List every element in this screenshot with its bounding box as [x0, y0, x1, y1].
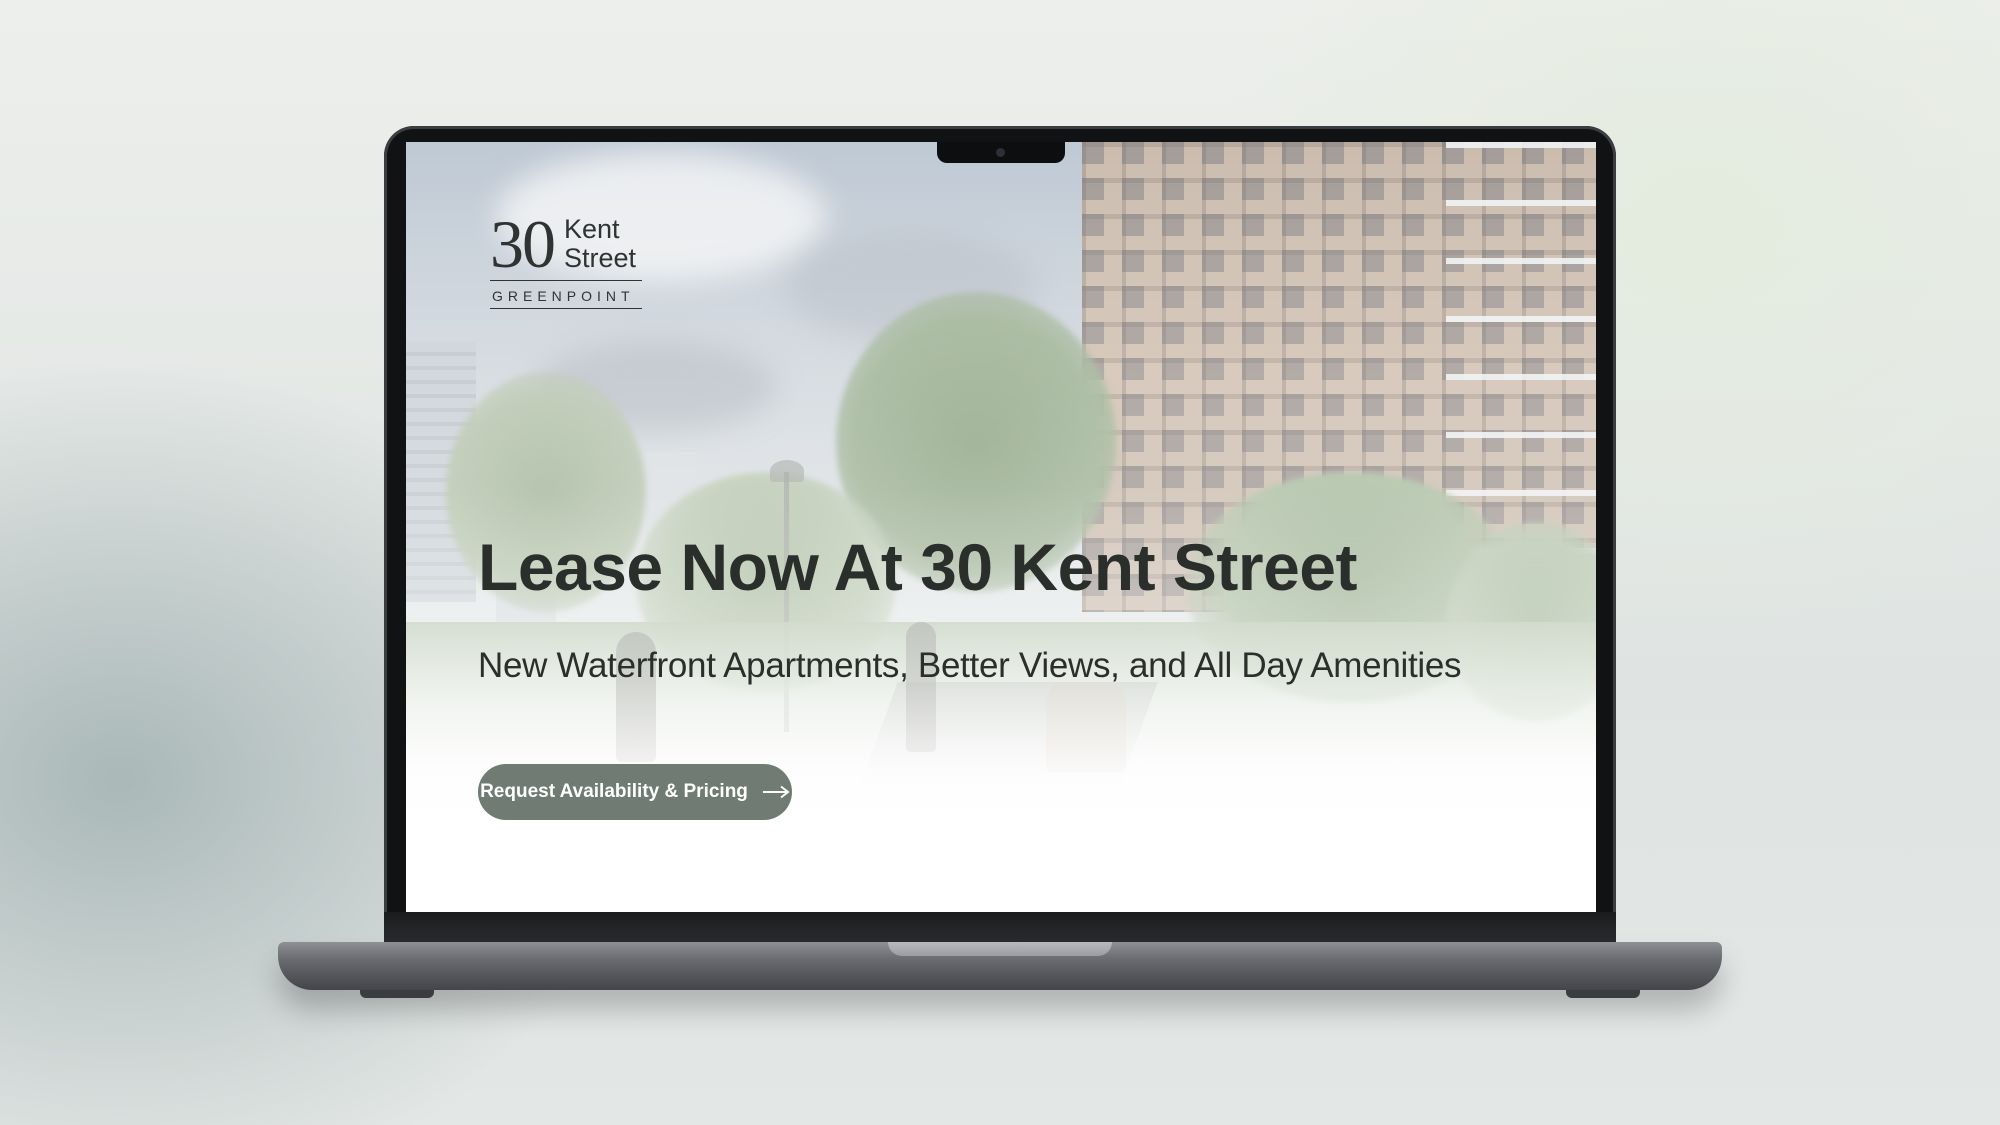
laptop-foot-left [360, 990, 434, 998]
cta-label: Request Availability & Pricing [480, 781, 748, 802]
logo-name: Kent Street [564, 215, 654, 273]
logo-divider-bottom [490, 308, 642, 309]
arrow-right-icon [762, 785, 790, 799]
laptop-base-notch [888, 942, 1112, 956]
logo-divider [490, 280, 642, 281]
hero-headline: Lease Now At 30 Kent Street [478, 530, 1357, 604]
laptop-screen: 30 Kent Street GREENPOINT Lease Now At 3… [406, 142, 1596, 912]
camera-notch [937, 142, 1065, 163]
request-availability-button[interactable]: Request Availability & Pricing [478, 764, 792, 820]
logo-subtitle: GREENPOINT [492, 288, 635, 304]
logo-name-line2: Street [564, 243, 637, 273]
camera-icon [996, 148, 1005, 157]
logo-name-line1: Kent [564, 214, 620, 244]
logo-number: 30 [490, 206, 556, 282]
hero-subheadline: New Waterfront Apartments, Better Views,… [478, 646, 1462, 685]
laptop-hinge [384, 912, 1616, 944]
laptop-foot-right [1566, 990, 1640, 998]
